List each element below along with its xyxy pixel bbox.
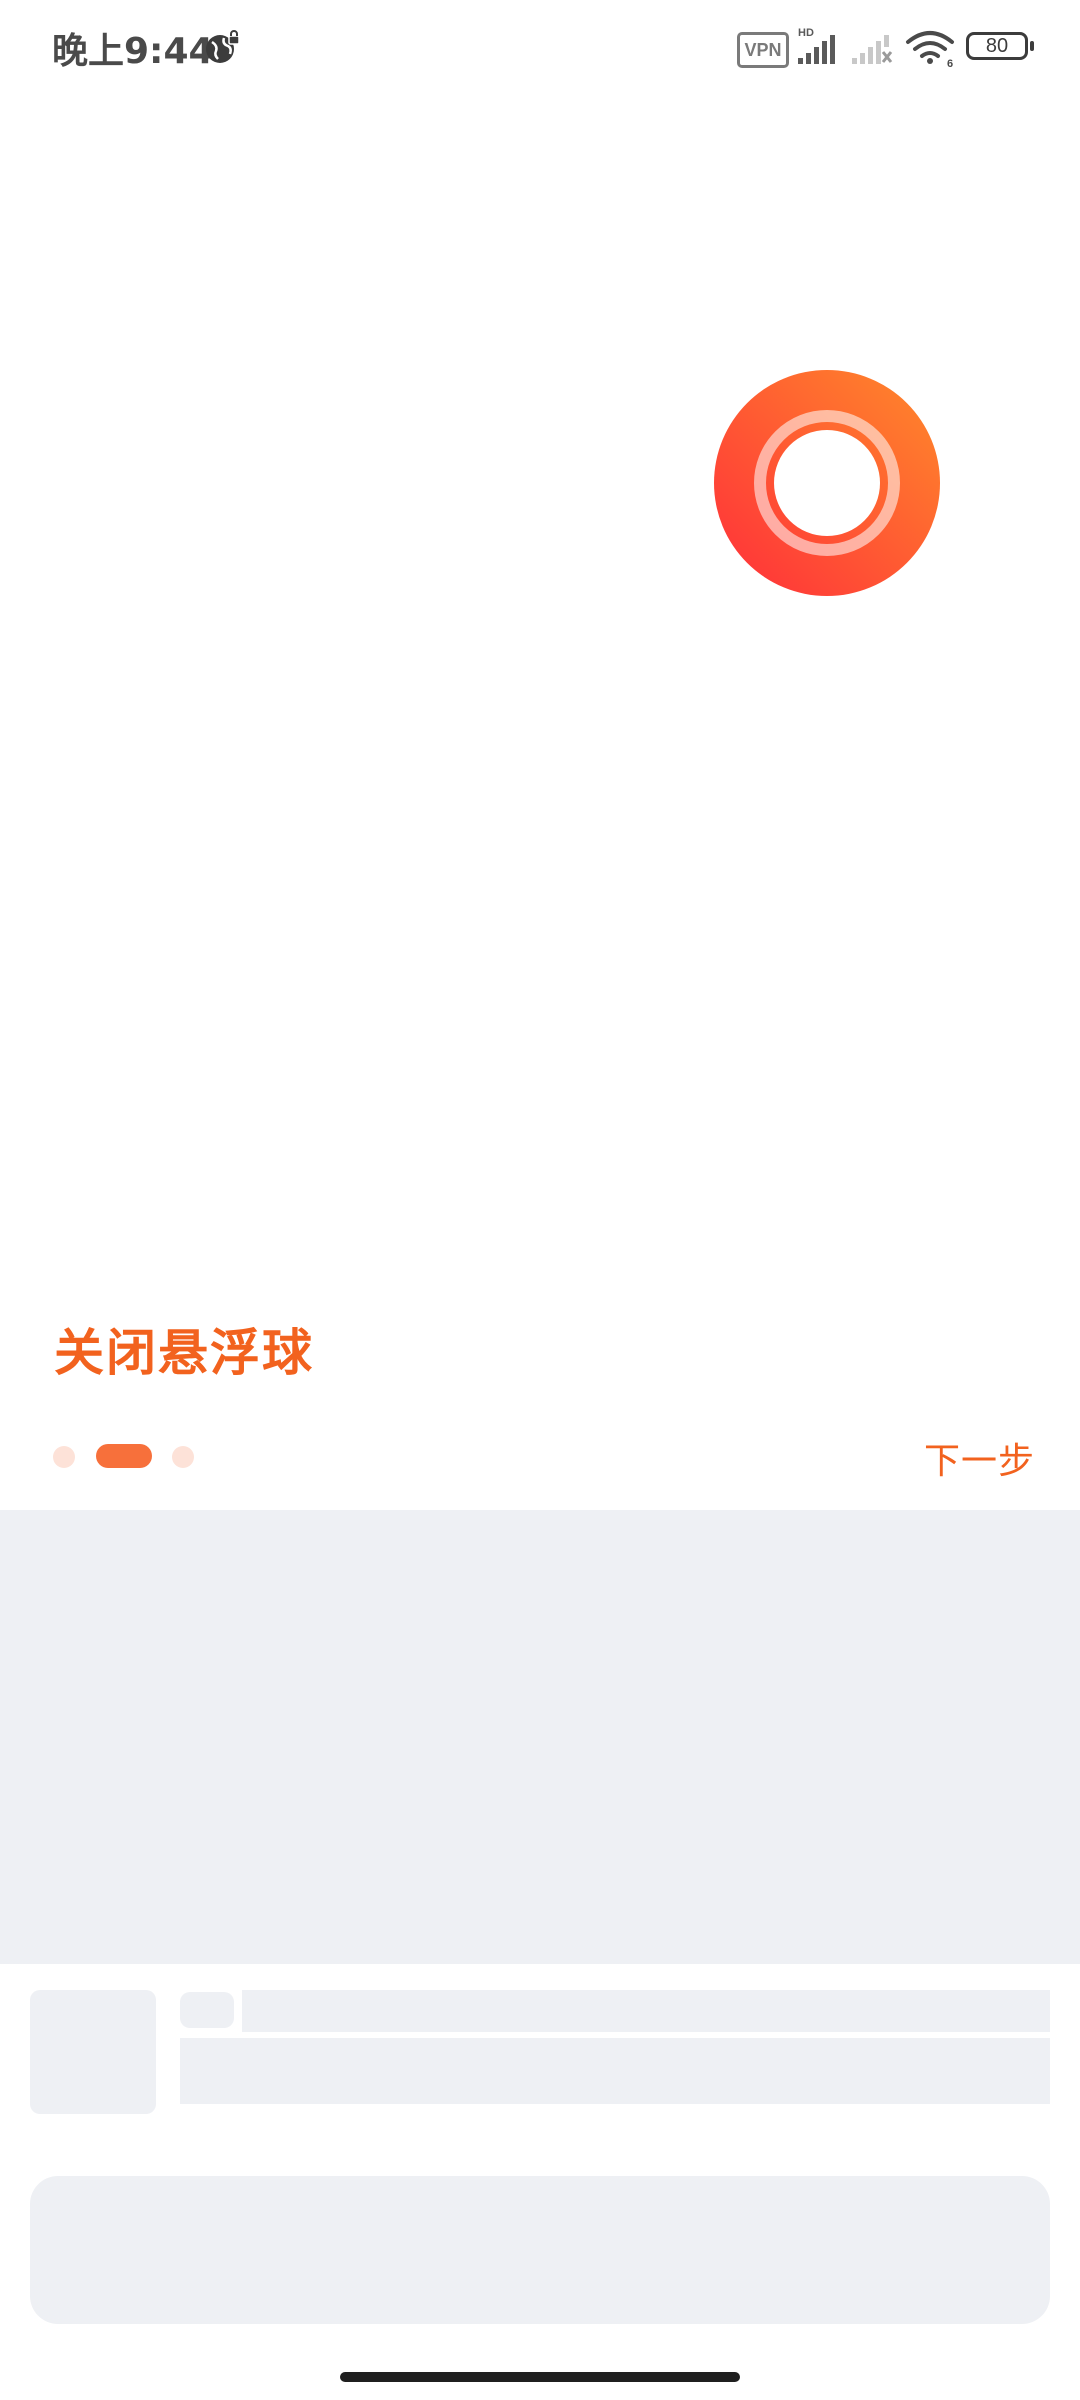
wifi-gen-label: 6 <box>947 58 953 68</box>
page-dot-2-active <box>96 1444 152 1468</box>
skeleton-text-line <box>180 2038 1050 2104</box>
page-dot-3 <box>172 1446 194 1468</box>
skeleton-title-line <box>242 1990 1050 2032</box>
signal-hd-icon: HD <box>798 27 835 64</box>
battery-tip <box>1030 41 1034 51</box>
battery-level: 80 <box>966 32 1028 60</box>
hd-label: HD <box>798 27 814 39</box>
page-dot-1 <box>53 1446 75 1468</box>
home-indicator[interactable] <box>340 2372 740 2382</box>
next-step-button[interactable]: 下一步 <box>924 1432 1035 1484</box>
battery-icon: 80 <box>966 32 1038 64</box>
vpn-icon: VPN <box>737 32 789 68</box>
guide-title: 关闭悬浮球 <box>54 1324 314 1382</box>
status-time: 晚上9:44 <box>52 31 214 72</box>
wifi-icon: 6 <box>906 31 954 68</box>
signal-no-service-icon <box>852 35 893 64</box>
skeleton-card <box>30 2176 1050 2324</box>
skeleton-tag <box>180 1992 234 2028</box>
skeleton-banner <box>0 1510 1080 1964</box>
floating-ball-icon[interactable] <box>714 370 940 596</box>
skeleton-thumbnail <box>30 1990 156 2114</box>
globe-lock-icon <box>206 30 240 63</box>
